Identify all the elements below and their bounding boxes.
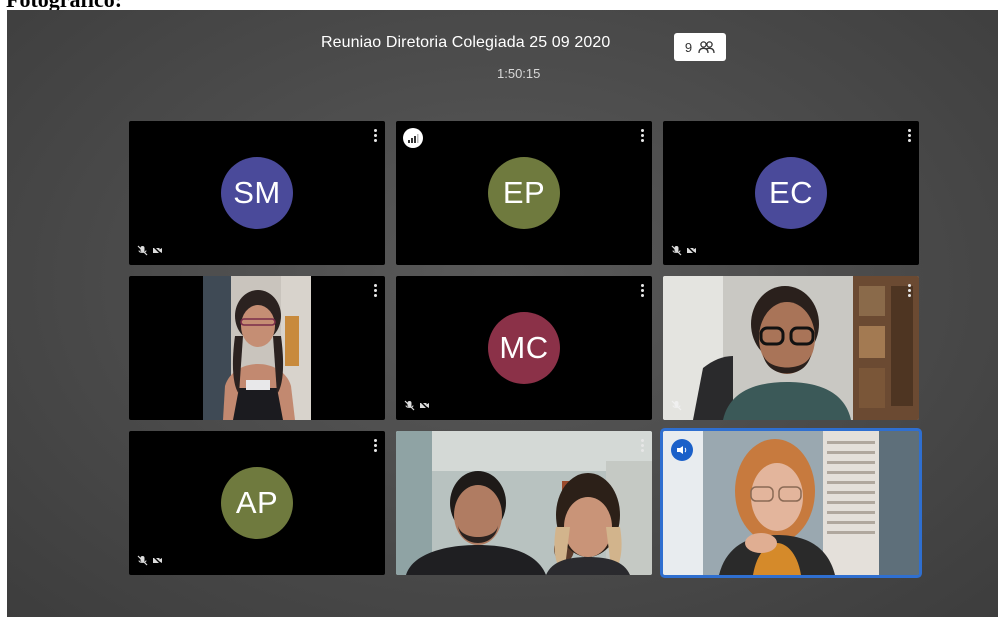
avatar-mc: MC bbox=[488, 312, 560, 384]
people-icon bbox=[698, 40, 715, 53]
mic-off-icon bbox=[137, 555, 148, 566]
camera-off-icon bbox=[152, 555, 163, 566]
avatar-ep: EP bbox=[488, 157, 560, 229]
meeting-title: Reuniao Diretoria Colegiada 25 09 2020 bbox=[321, 34, 611, 51]
camera-off-icon bbox=[152, 245, 163, 256]
more-options-icon[interactable] bbox=[641, 284, 644, 297]
participant-tile-sm[interactable]: SM bbox=[129, 121, 385, 265]
status-icons bbox=[671, 400, 682, 411]
mic-off-icon bbox=[404, 400, 415, 411]
status-icons bbox=[137, 245, 163, 256]
participants-button[interactable]: 9 bbox=[674, 33, 726, 61]
avatar-ec: EC bbox=[755, 157, 827, 229]
mic-off-icon bbox=[137, 245, 148, 256]
video-feed bbox=[396, 431, 652, 575]
avatar-initials: EP bbox=[502, 175, 546, 210]
mic-off-icon bbox=[671, 400, 682, 411]
participant-tile-video-3[interactable] bbox=[396, 431, 652, 575]
speaking-indicator-icon bbox=[671, 439, 693, 461]
status-icons bbox=[137, 555, 163, 566]
participant-tile-ap[interactable]: AP bbox=[129, 431, 385, 575]
avatar-initials: AP bbox=[235, 485, 279, 520]
more-options-icon[interactable] bbox=[641, 129, 644, 142]
more-options-icon[interactable] bbox=[641, 439, 644, 452]
meeting-timer: 1:50:15 bbox=[497, 66, 541, 81]
more-options-icon[interactable] bbox=[374, 439, 377, 452]
avatar-initials: MC bbox=[499, 330, 549, 365]
more-options-icon[interactable] bbox=[374, 129, 377, 142]
participant-tile-active-speaker[interactable] bbox=[663, 431, 919, 575]
more-options-icon[interactable] bbox=[374, 284, 377, 297]
participant-tile-mc[interactable]: MC bbox=[396, 276, 652, 420]
avatar-initials: EC bbox=[768, 175, 814, 210]
avatar-sm: SM bbox=[221, 157, 293, 229]
more-options-icon[interactable] bbox=[908, 129, 911, 142]
video-feed bbox=[203, 276, 311, 420]
signal-strength-icon bbox=[403, 128, 423, 148]
participant-tile-video-1[interactable] bbox=[129, 276, 385, 420]
camera-off-icon bbox=[686, 245, 697, 256]
participant-count: 9 bbox=[684, 39, 693, 55]
participant-tile-ep[interactable]: EP bbox=[396, 121, 652, 265]
avatar-ap: AP bbox=[221, 467, 293, 539]
participant-tile-ec[interactable]: EC bbox=[663, 121, 919, 265]
mic-off-icon bbox=[671, 245, 682, 256]
avatar-initials: SM bbox=[233, 175, 281, 210]
camera-off-icon bbox=[419, 400, 430, 411]
status-icons bbox=[404, 400, 430, 411]
more-options-icon[interactable] bbox=[908, 284, 911, 297]
participant-tile-video-2[interactable] bbox=[663, 276, 919, 420]
video-feed bbox=[663, 431, 919, 575]
meeting-window: Reuniao Diretoria Colegiada 25 09 2020 1… bbox=[7, 10, 998, 617]
meeting-header: Reuniao Diretoria Colegiada 25 09 2020 1… bbox=[7, 10, 998, 110]
status-icons bbox=[671, 245, 697, 256]
video-feed bbox=[663, 276, 919, 420]
